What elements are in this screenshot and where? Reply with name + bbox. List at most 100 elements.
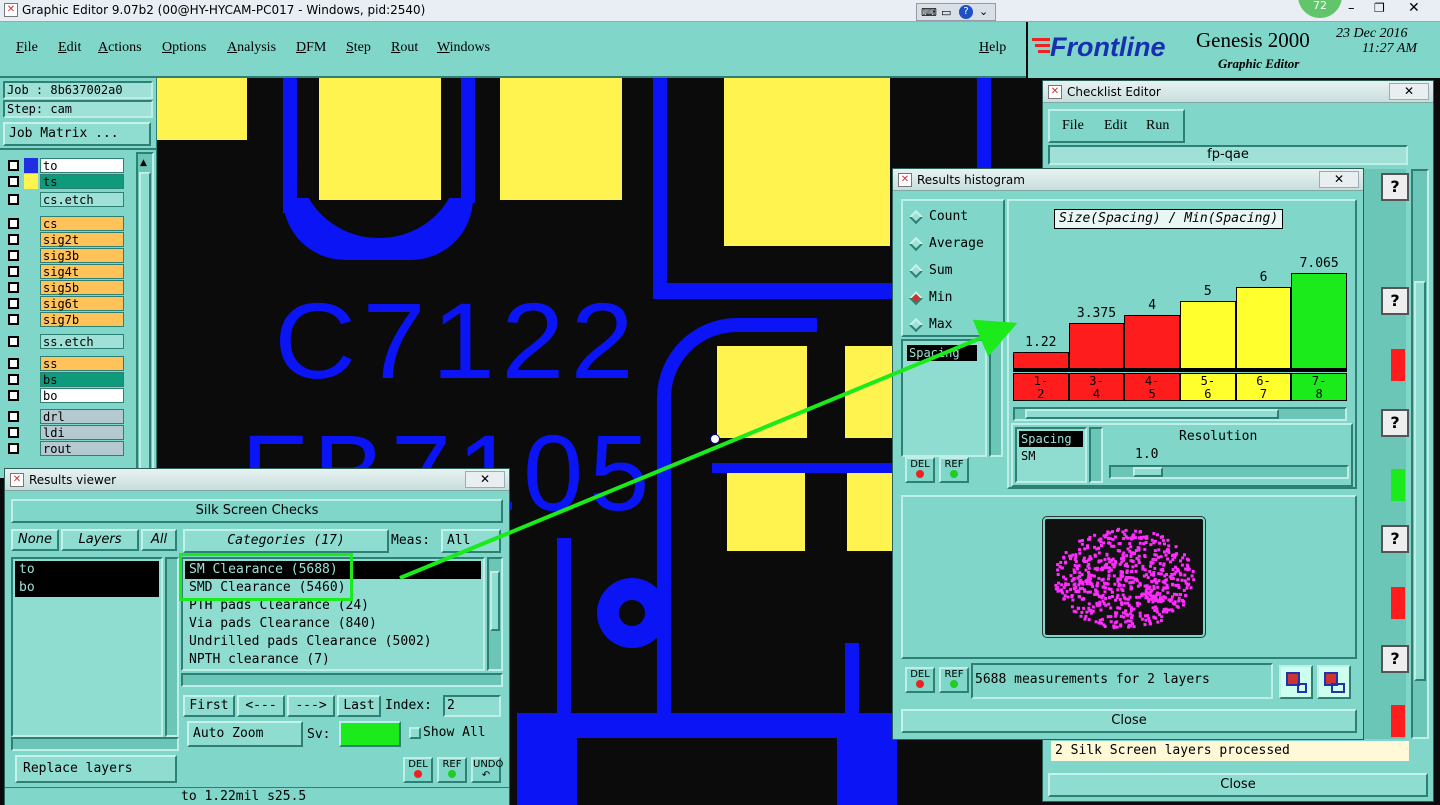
layer-row-bo[interactable]: bo <box>6 388 124 403</box>
minimize-icon[interactable]: – <box>1348 1 1355 16</box>
stat-option-sum[interactable]: Sum <box>908 261 999 281</box>
layer-checkbox[interactable] <box>8 194 19 205</box>
layer-row-rout[interactable]: rout <box>6 441 124 456</box>
first-button[interactable]: First <box>183 695 235 717</box>
layer-checkbox[interactable] <box>8 176 19 187</box>
scroll-thumb[interactable] <box>1025 409 1279 419</box>
layer-row-sig7b[interactable]: sig7b <box>6 312 124 327</box>
layer-row-drl[interactable]: drl <box>6 409 124 424</box>
histogram-bar[interactable] <box>1013 352 1069 369</box>
field-scrollbar[interactable] <box>989 339 1003 457</box>
menu-windows[interactable]: Windows <box>437 40 490 56</box>
checklist-menu-run[interactable]: Run <box>1146 118 1169 134</box>
results-del-button[interactable]: DEL <box>403 757 433 783</box>
check-info-button[interactable]: ? <box>1381 173 1409 201</box>
keyboard-icon-2[interactable]: ▭ <box>941 6 951 19</box>
radio-icon[interactable] <box>908 290 924 306</box>
resolution-field[interactable]: Spacing <box>1019 431 1083 447</box>
stat-option-max[interactable]: Max <box>908 315 999 335</box>
menu-step[interactable]: Step <box>346 40 371 56</box>
map-ref-button[interactable]: REF <box>939 667 969 693</box>
map-del-button[interactable]: DEL <box>905 667 935 693</box>
layer-name[interactable]: sig5b <box>40 280 124 295</box>
menu-options[interactable]: Options <box>162 40 206 56</box>
check-info-button[interactable]: ? <box>1381 409 1409 437</box>
histogram-bar[interactable] <box>1235 287 1292 369</box>
layer-list-scrollbar[interactable] <box>165 557 179 737</box>
categories-button[interactable]: Categories (17) <box>183 529 389 553</box>
result-layer-to[interactable]: to <box>15 561 159 579</box>
zoom-to-icon[interactable] <box>1279 665 1313 699</box>
field-spacing[interactable]: Spacing <box>907 345 977 361</box>
layer-name[interactable]: ss <box>40 356 124 371</box>
layer-name[interactable]: rout <box>40 441 124 456</box>
restore-icon[interactable]: ❐ <box>1374 1 1385 15</box>
layer-row-ldi[interactable]: ldi <box>6 425 124 440</box>
results-ref-button[interactable]: REF <box>437 757 467 783</box>
last-button[interactable]: Last <box>337 695 381 717</box>
layer-checkbox[interactable] <box>8 374 19 385</box>
next-button[interactable]: ---> <box>287 695 335 717</box>
layer-checkbox[interactable] <box>8 336 19 347</box>
radio-icon[interactable] <box>908 317 924 333</box>
layer-name[interactable]: ts <box>40 174 124 189</box>
layer-checkbox[interactable] <box>8 314 19 325</box>
histogram-bar[interactable] <box>1180 301 1236 369</box>
layer-checkbox[interactable] <box>8 160 19 171</box>
layer-checkbox[interactable] <box>8 250 19 261</box>
layer-row-bs[interactable]: bs <box>6 372 124 387</box>
menu-actions[interactable]: Actions <box>98 40 142 56</box>
menu-dfm[interactable]: DFM <box>296 40 326 56</box>
layer-name[interactable]: drl <box>40 409 124 424</box>
layers-button[interactable]: Layers <box>61 529 139 551</box>
scroll-thumb[interactable] <box>490 571 500 631</box>
index-input[interactable]: 2 <box>443 695 501 717</box>
layer-name[interactable]: sig4t <box>40 264 124 279</box>
replace-layers-select[interactable]: Replace layers <box>15 755 177 783</box>
keyboard-icon[interactable]: ⌨ <box>921 6 937 19</box>
histogram-bar[interactable] <box>1291 273 1347 369</box>
auto-zoom-select[interactable]: Auto Zoom <box>187 721 303 747</box>
layer-name[interactable]: ss.etch <box>40 334 124 349</box>
layer-scrollbar[interactable]: ▲ <box>136 152 154 478</box>
layer-name[interactable]: bs <box>40 372 124 387</box>
check-info-button[interactable]: ? <box>1381 287 1409 315</box>
layer-row-sig4t[interactable]: sig4t <box>6 264 124 279</box>
layer-row-sig6t[interactable]: sig6t <box>6 296 124 311</box>
checklist-close-icon[interactable]: ✕ <box>1389 83 1429 100</box>
histogram-ref-button[interactable]: REF <box>939 457 969 483</box>
stat-option-min[interactable]: Min <box>908 288 999 308</box>
prev-button[interactable]: <--- <box>237 695 285 717</box>
radio-icon[interactable] <box>908 236 924 252</box>
category-item[interactable]: NPTH clearance (7) <box>185 651 481 669</box>
layer-row-ss.etch[interactable]: ss.etch <box>6 334 124 349</box>
layer-checkbox[interactable] <box>8 358 19 369</box>
layer-row-ts[interactable]: ts <box>6 174 124 189</box>
layer-checkbox[interactable] <box>8 218 19 229</box>
layer-checkbox[interactable] <box>8 282 19 293</box>
layer-row-cs.etch[interactable]: cs.etch <box>6 192 124 207</box>
checklist-scrollbar[interactable] <box>1411 169 1429 739</box>
layer-row-cs[interactable]: cs <box>6 216 124 231</box>
histogram-bar[interactable] <box>1068 323 1125 369</box>
histogram-bar[interactable] <box>1124 315 1180 369</box>
layer-row-to[interactable]: to <box>6 158 124 173</box>
layer-checkbox[interactable] <box>8 427 19 438</box>
histogram-close-icon[interactable]: ✕ <box>1319 171 1359 188</box>
menu-rout[interactable]: Rout <box>391 40 418 56</box>
layer-name[interactable]: sig7b <box>40 312 124 327</box>
show-all-checkbox[interactable] <box>409 727 421 739</box>
layer-checkbox[interactable] <box>8 443 19 454</box>
layer-checkbox[interactable] <box>8 298 19 309</box>
layer-row-sig3b[interactable]: sig3b <box>6 248 124 263</box>
layer-row-ss[interactable]: ss <box>6 356 124 371</box>
menu-file[interactable]: File <box>16 40 38 56</box>
layer-name[interactable]: cs.etch <box>40 192 124 207</box>
menu-help[interactable]: Help <box>979 40 1006 56</box>
all-button[interactable]: All <box>141 529 177 551</box>
checklist-close-button[interactable]: Close <box>1048 773 1428 797</box>
scroll-up-icon[interactable]: ▲ <box>140 158 147 168</box>
severity-select[interactable] <box>339 721 401 747</box>
layer-name[interactable]: sig3b <box>40 248 124 263</box>
zoom-back-icon[interactable] <box>1317 665 1351 699</box>
